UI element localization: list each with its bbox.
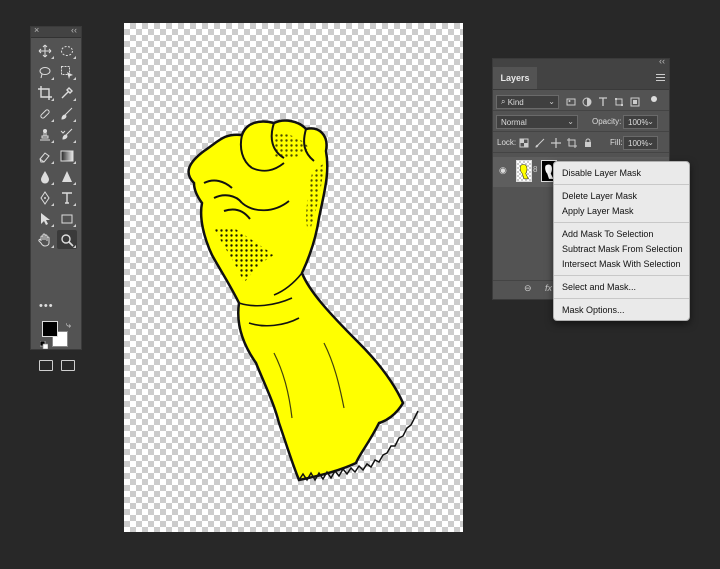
filter-kind-select[interactable]: ⌕ Kind ⌄ xyxy=(496,95,559,109)
shape-filter-icon[interactable] xyxy=(614,97,624,107)
close-icon[interactable]: × xyxy=(34,25,39,35)
move-tool-icon[interactable] xyxy=(35,41,55,60)
menu-item-delete-layer-mask[interactable]: Delete Layer Mask xyxy=(562,189,637,203)
lasso-icon[interactable] xyxy=(35,62,55,81)
opacity-value: 100% xyxy=(628,117,649,127)
menu-separator xyxy=(554,275,689,276)
mask-link-icon[interactable]: 8 xyxy=(533,165,537,174)
menu-item-disable-layer-mask[interactable]: Disable Layer Mask xyxy=(562,166,641,180)
eraser-icon[interactable] xyxy=(35,146,55,165)
menu-item-add-mask-to-selection[interactable]: Add Mask To Selection xyxy=(562,227,653,241)
tools-panel: × ‹‹ ••• ⤷ xyxy=(30,25,82,371)
yellow-glove xyxy=(187,119,405,482)
adjustment-filter-icon[interactable] xyxy=(582,97,592,107)
lock-all-icon[interactable] xyxy=(583,138,593,148)
lock-artboard-icon[interactable] xyxy=(567,138,577,148)
panel-menu-icon[interactable] xyxy=(656,74,665,81)
filter-toggle-icon[interactable] xyxy=(651,96,657,102)
type-filter-icon[interactable] xyxy=(598,97,608,107)
type-icon[interactable] xyxy=(57,188,77,207)
menu-item-apply-layer-mask[interactable]: Apply Layer Mask xyxy=(562,204,634,218)
lock-row: Lock: Fill: 100% ⌄ xyxy=(493,133,669,153)
pen-icon[interactable] xyxy=(35,188,55,207)
dodge-icon[interactable] xyxy=(57,167,77,186)
tab-layers[interactable]: Layers xyxy=(493,67,537,89)
fx-icon[interactable]: fx xyxy=(545,283,552,293)
layer-thumbnail[interactable] xyxy=(516,160,532,182)
quick-mask-icon[interactable] xyxy=(39,360,53,371)
smart-object-filter-icon[interactable] xyxy=(630,97,640,107)
screen-mode-icon[interactable] xyxy=(61,360,75,371)
eye-icon[interactable]: ◉ xyxy=(499,165,507,176)
lock-transparency-icon[interactable] xyxy=(519,138,529,148)
chevron-down-icon: ⌄ xyxy=(647,138,654,147)
path-selection-icon[interactable] xyxy=(35,209,55,228)
menu-separator xyxy=(554,298,689,299)
hand-icon[interactable] xyxy=(35,230,55,249)
brush-icon[interactable] xyxy=(57,104,77,123)
history-brush-icon[interactable] xyxy=(57,125,77,144)
gradient-icon[interactable] xyxy=(57,146,77,165)
crop-icon[interactable] xyxy=(35,83,55,102)
filter-kind-value: Kind xyxy=(507,97,524,107)
menu-item-subtract-mask-from-selection[interactable]: Subtract Mask From Selection xyxy=(562,242,683,256)
spot-healing-icon[interactable] xyxy=(35,104,55,123)
layers-panel-titlebar[interactable]: ‹‹ xyxy=(493,56,669,67)
document-canvas[interactable] xyxy=(124,23,463,532)
foreground-color-swatch[interactable] xyxy=(42,321,58,337)
tools-panel-titlebar[interactable]: × ‹‹ xyxy=(31,25,81,38)
lock-image-pixels-icon[interactable] xyxy=(535,138,545,148)
fill-value: 100% xyxy=(628,138,649,148)
zoom-icon[interactable] xyxy=(57,230,77,249)
blur-icon[interactable] xyxy=(35,167,55,186)
collapse-icon[interactable]: ‹‹ xyxy=(71,25,77,35)
search-icon: ⌕ xyxy=(501,97,506,106)
layers-tab-row: Layers xyxy=(493,67,669,90)
fist-illustration xyxy=(187,119,419,482)
fill-label: Fill: xyxy=(610,138,623,147)
object-selection-icon[interactable] xyxy=(57,62,77,81)
eyedropper-icon[interactable] xyxy=(57,83,77,102)
default-colors-icon[interactable] xyxy=(40,341,48,349)
swap-colors-icon[interactable]: ⤷ xyxy=(66,320,71,331)
blend-mode-select[interactable]: Normal ⌄ xyxy=(496,115,578,129)
chevron-down-icon: ⌄ xyxy=(567,117,574,126)
pixel-filter-icon[interactable] xyxy=(566,97,576,107)
chevron-down-icon: ⌄ xyxy=(548,97,555,106)
menu-separator xyxy=(554,184,689,185)
elliptical-marquee-icon[interactable] xyxy=(57,41,77,60)
filter-row: ⌕ Kind ⌄ xyxy=(493,91,669,111)
clone-stamp-icon[interactable] xyxy=(35,125,55,144)
lock-label: Lock: xyxy=(497,138,517,147)
layer-mask-context-menu: Disable Layer Mask Delete Layer Mask Apply… xyxy=(553,161,690,321)
menu-item-mask-options[interactable]: Mask Options... xyxy=(562,303,625,317)
chevron-down-icon: ⌄ xyxy=(647,117,654,126)
more-tools-icon[interactable]: ••• xyxy=(39,300,54,312)
opacity-label: Opacity: xyxy=(592,117,622,126)
lock-position-icon[interactable] xyxy=(551,138,561,148)
menu-item-select-and-mask[interactable]: Select and Mask... xyxy=(562,280,636,294)
blend-row: Normal ⌄ Opacity: 100% ⌄ xyxy=(493,112,669,132)
collapse-icon[interactable]: ‹‹ xyxy=(659,56,665,66)
menu-item-intersect-mask-with-selection[interactable]: Intersect Mask With Selection xyxy=(562,257,681,271)
link-layers-icon[interactable]: ⊖ xyxy=(524,283,532,294)
menu-separator xyxy=(554,222,689,223)
opacity-field[interactable]: 100% ⌄ xyxy=(623,115,658,129)
tool-grid xyxy=(35,41,79,251)
rectangle-icon[interactable] xyxy=(57,209,77,228)
blend-mode-value: Normal xyxy=(501,117,527,127)
fill-field[interactable]: 100% ⌄ xyxy=(623,136,658,150)
